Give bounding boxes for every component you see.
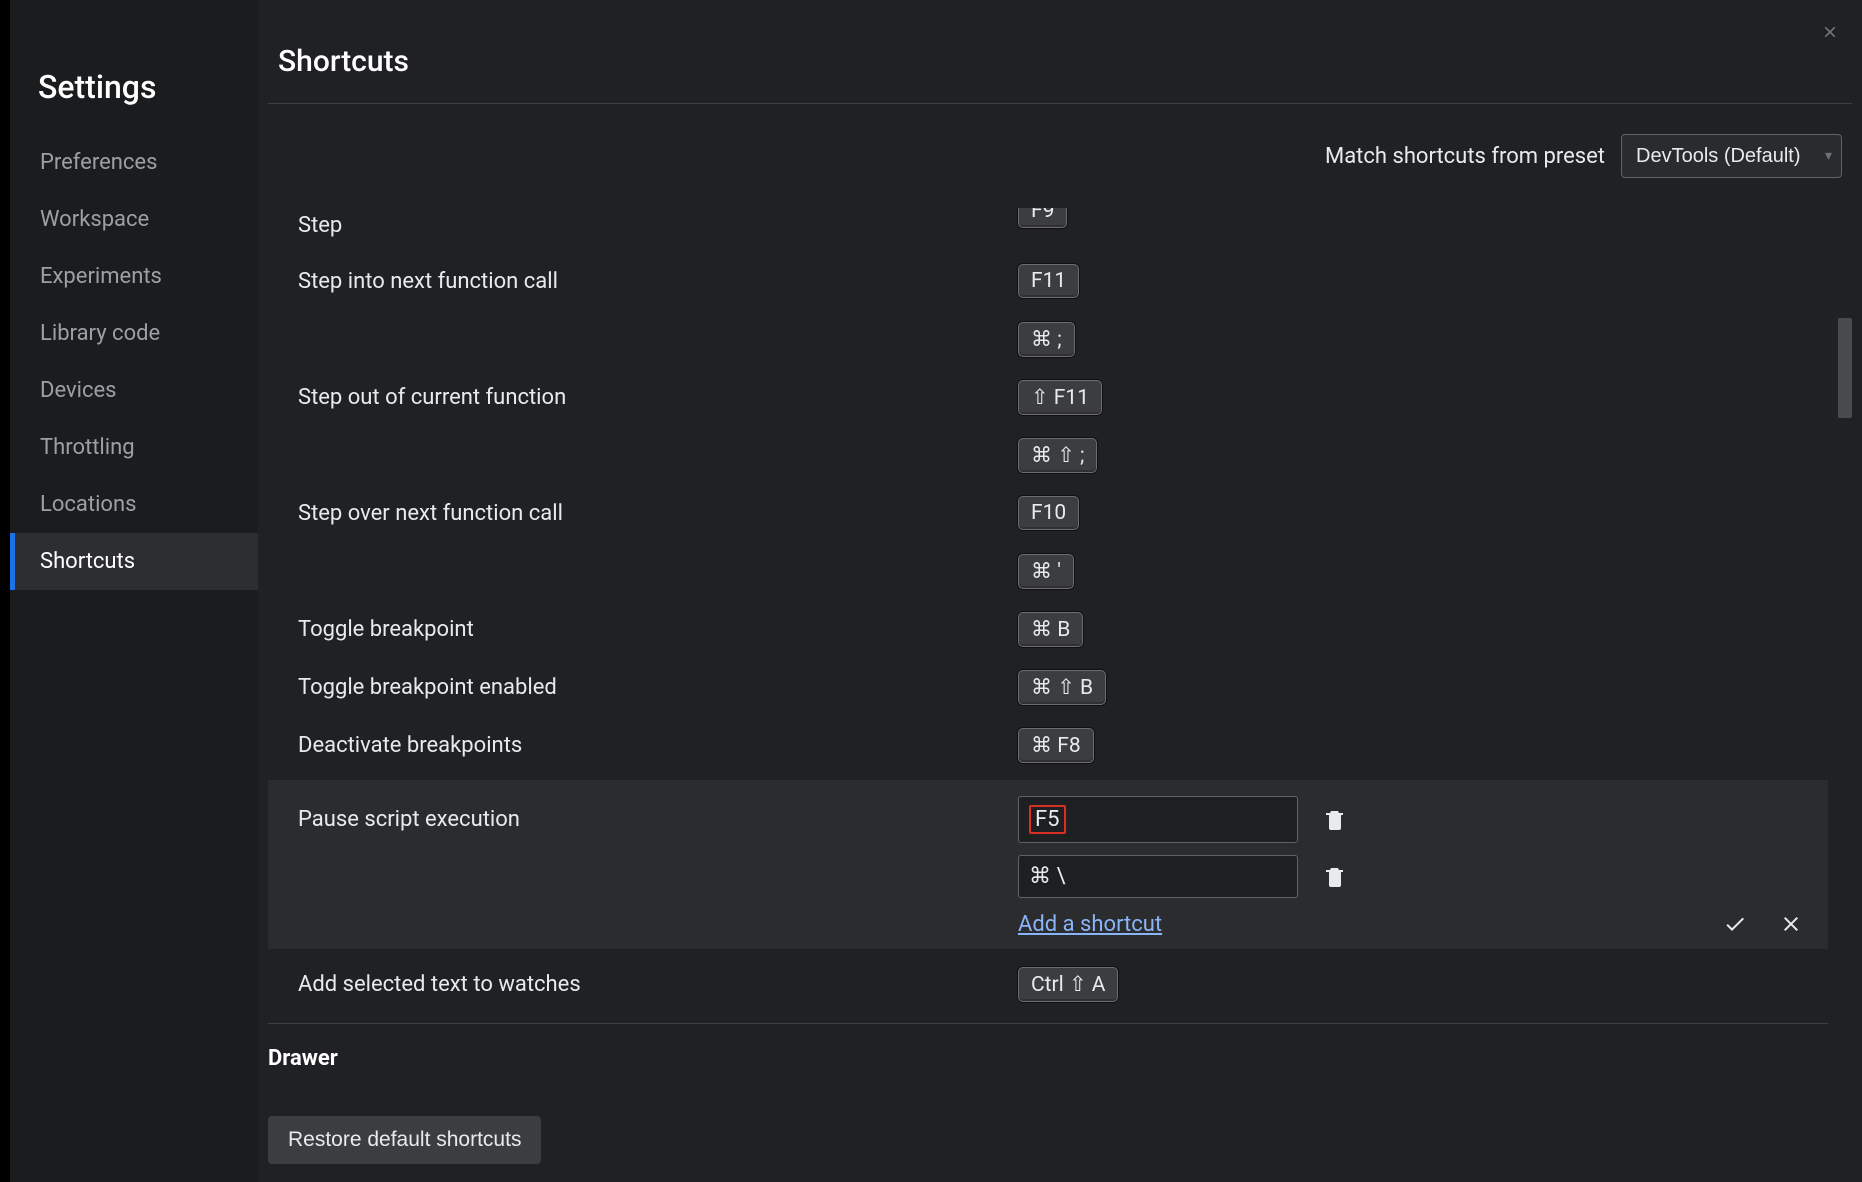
shortcut-row: Add selected text to watches Ctrl ⇧ A xyxy=(268,955,1828,1013)
sidebar: Settings Preferences Workspace Experimen… xyxy=(10,0,258,1182)
main: Shortcuts Match shortcuts from preset De… xyxy=(258,0,1862,1182)
shortcut-label: Pause script execution xyxy=(298,807,1018,832)
shortcut-row: Step over next function call F10 xyxy=(268,484,1828,542)
shortcut-label: Step into next function call xyxy=(298,269,1018,294)
shortcut-key: ⌘ B xyxy=(1018,612,1083,647)
settings-panel: Settings Preferences Workspace Experimen… xyxy=(10,0,1862,1182)
sidebar-title: Settings xyxy=(10,48,258,134)
shortcut-key: ⇧ F11 xyxy=(1018,380,1102,415)
section-heading-drawer: Drawer xyxy=(268,1023,1828,1081)
shortcut-edit-input-2[interactable]: ⌘ \ xyxy=(1018,855,1298,898)
shortcut-key: F11 xyxy=(1018,264,1079,298)
sidebar-item-experiments[interactable]: Experiments xyxy=(10,248,258,305)
shortcut-label: Step over next function call xyxy=(298,501,1018,526)
scrollbar[interactable] xyxy=(1834,208,1852,1182)
delete-icon[interactable] xyxy=(1318,803,1352,837)
sidebar-item-devices[interactable]: Devices xyxy=(10,362,258,419)
shortcut-row: Deactivate breakpoints ⌘ F8 xyxy=(268,716,1828,774)
shortcut-label: Step xyxy=(298,213,1018,238)
shortcut-label: Toggle breakpoint xyxy=(298,617,1018,642)
shortcut-key: ⌘ ; xyxy=(1018,322,1075,357)
shortcut-row: Step into next function call F11 xyxy=(268,252,1828,310)
sidebar-item-throttling[interactable]: Throttling xyxy=(10,419,258,476)
delete-icon[interactable] xyxy=(1318,860,1352,894)
shortcut-key: ⌘ ⇧ B xyxy=(1018,670,1106,705)
cancel-icon[interactable] xyxy=(1774,907,1808,941)
shortcut-key: F10 xyxy=(1018,496,1079,530)
sidebar-item-workspace[interactable]: Workspace xyxy=(10,191,258,248)
shortcut-label: Toggle breakpoint enabled xyxy=(298,675,1018,700)
shortcut-edit-block: Pause script execution F5 ⌘ \ Add a sh xyxy=(268,780,1828,949)
shortcut-row-alt: ⌘ ; xyxy=(268,310,1828,368)
shortcut-key: ⌘ ' xyxy=(1018,554,1074,589)
shortcuts-rows: Step F9 Step into next function call F11… xyxy=(268,208,1828,1081)
page-title: Shortcuts xyxy=(278,44,1842,79)
shortcut-label: Add selected text to watches xyxy=(298,972,1018,997)
shortcut-label: Deactivate breakpoints xyxy=(298,733,1018,758)
scrollbar-thumb[interactable] xyxy=(1838,318,1852,418)
shortcut-row-alt: ⌘ ⇧ ; xyxy=(268,426,1828,484)
page-header: Shortcuts xyxy=(268,0,1852,104)
close-icon[interactable] xyxy=(1816,18,1844,46)
sidebar-item-library-code[interactable]: Library code xyxy=(10,305,258,362)
shortcut-key: ⌘ F8 xyxy=(1018,728,1094,763)
shortcuts-scroll-area: Step F9 Step into next function call F11… xyxy=(268,208,1852,1182)
shortcut-row: Step out of current function ⇧ F11 xyxy=(268,368,1828,426)
shortcut-label: Step out of current function xyxy=(298,385,1018,410)
sidebar-item-locations[interactable]: Locations xyxy=(10,476,258,533)
shortcut-key: Ctrl ⇧ A xyxy=(1018,967,1118,1002)
restore-defaults-button[interactable]: Restore default shortcuts xyxy=(268,1116,541,1164)
shortcut-row: Toggle breakpoint ⌘ B xyxy=(268,600,1828,658)
preset-label: Match shortcuts from preset xyxy=(1325,144,1605,169)
sidebar-item-preferences[interactable]: Preferences xyxy=(10,134,258,191)
preset-select-wrap: DevTools (Default) xyxy=(1621,134,1842,178)
shortcut-row: Toggle breakpoint enabled ⌘ ⇧ B xyxy=(268,658,1828,716)
confirm-icon[interactable] xyxy=(1718,907,1752,941)
shortcut-row-alt: ⌘ ' xyxy=(268,542,1828,600)
sidebar-item-shortcuts[interactable]: Shortcuts xyxy=(10,533,258,590)
shortcut-row: Step F9 xyxy=(268,208,1828,252)
preset-select[interactable]: DevTools (Default) xyxy=(1621,134,1842,178)
shortcut-key: F9 xyxy=(1018,208,1067,228)
add-shortcut-link[interactable]: Add a shortcut xyxy=(1018,912,1162,937)
shortcut-edit-input-1[interactable]: F5 xyxy=(1018,796,1298,843)
shortcut-key: ⌘ ⇧ ; xyxy=(1018,438,1097,473)
preset-bar: Match shortcuts from preset DevTools (De… xyxy=(258,104,1862,208)
